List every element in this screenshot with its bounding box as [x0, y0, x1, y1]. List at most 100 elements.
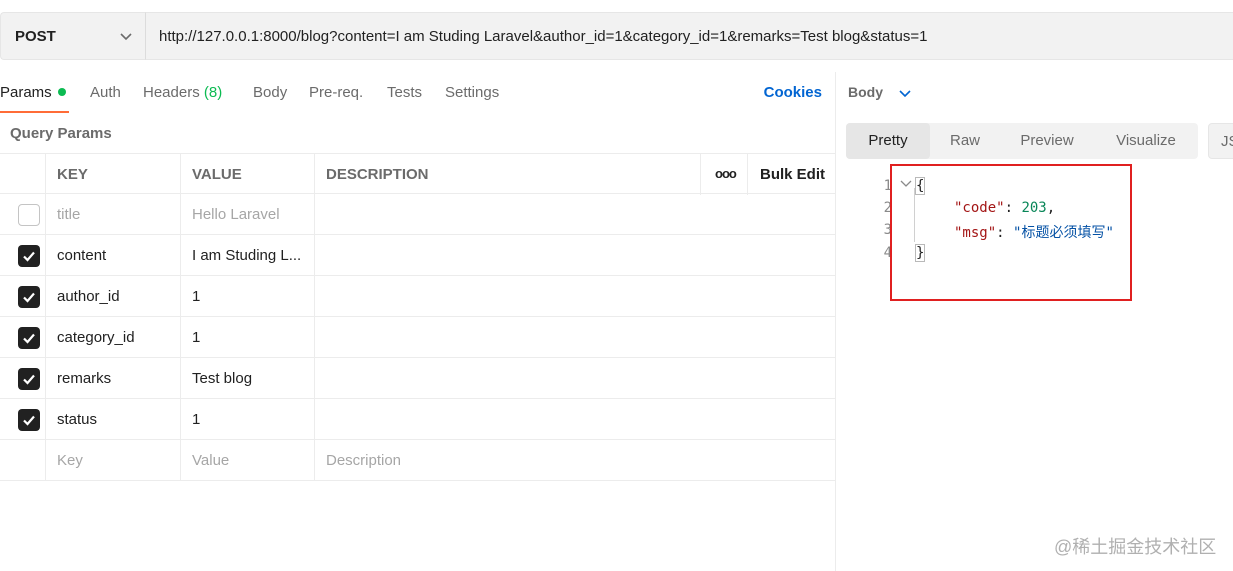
tab-headers-label: Headers: [143, 84, 200, 101]
query-params-title: Query Params: [10, 125, 112, 142]
view-raw[interactable]: Raw: [930, 123, 1000, 159]
watermark: @稀土掘金技术社区: [1054, 537, 1217, 557]
tab-body[interactable]: Body: [253, 84, 287, 101]
header-value-label: VALUE: [192, 166, 242, 183]
key-cell[interactable]: status: [46, 399, 181, 440]
value-cell[interactable]: Hello Laravel: [181, 194, 315, 235]
key-cell[interactable]: author_id: [46, 276, 181, 317]
method-select[interactable]: POST: [0, 12, 145, 60]
description-cell[interactable]: [315, 276, 836, 317]
description-placeholder: Description: [326, 452, 402, 469]
value-cell[interactable]: 1: [181, 276, 315, 317]
checkmark-icon: [23, 251, 35, 262]
cookies-link[interactable]: Cookies: [764, 84, 822, 101]
method-label: POST: [15, 28, 56, 45]
param-checkbox[interactable]: [18, 368, 40, 390]
checkbox-cell: [0, 317, 46, 358]
url-text: http://127.0.0.1:8000/blog?content=I am …: [159, 28, 928, 45]
view-visualize[interactable]: Visualize: [1094, 123, 1198, 159]
description-cell[interactable]: [315, 399, 836, 440]
status-dot-icon: [57, 88, 66, 96]
param-checkbox[interactable]: [18, 327, 40, 349]
table-row: status 1: [0, 399, 836, 440]
header-key: KEY: [46, 154, 181, 195]
param-value: 1: [192, 411, 201, 428]
checkbox-cell: [0, 399, 46, 440]
request-bar: POST http://127.0.0.1:8000/blog?content=…: [0, 0, 1233, 72]
tab-prereq[interactable]: Pre-req.: [309, 84, 363, 101]
chevron-down-icon: [120, 33, 132, 41]
param-key: content: [57, 247, 107, 264]
param-key: status: [57, 411, 98, 428]
view-preview[interactable]: Preview: [1000, 123, 1094, 159]
tab-headers[interactable]: Headers (8): [143, 84, 222, 101]
param-key: title: [57, 206, 81, 223]
checkbox-cell: [0, 358, 46, 399]
format-label: JS: [1221, 133, 1233, 150]
table-header: KEY VALUE DESCRIPTION ooo Bulk Edit: [0, 153, 836, 195]
value-cell[interactable]: I am Studing L...: [181, 235, 315, 276]
key-cell[interactable]: category_id: [46, 317, 181, 358]
value-placeholder: Value: [192, 452, 230, 469]
value-cell[interactable]: Test blog: [181, 358, 315, 399]
new-param-row: Key Value Description: [0, 440, 836, 481]
bulk-edit-button[interactable]: Bulk Edit: [760, 166, 825, 183]
checkmark-icon: [23, 415, 35, 426]
param-checkbox[interactable]: [18, 286, 40, 308]
header-checkbox-cell: [0, 154, 46, 195]
tab-auth[interactable]: Auth: [90, 84, 121, 101]
new-value-input[interactable]: Value: [181, 440, 315, 481]
param-checkbox[interactable]: [18, 245, 40, 267]
param-key: category_id: [57, 329, 135, 346]
response-body-dropdown[interactable]: Body: [848, 84, 883, 100]
param-checkbox[interactable]: [18, 204, 40, 226]
table-row: title Hello Laravel: [0, 194, 836, 235]
new-key-input[interactable]: Key: [46, 440, 181, 481]
description-cell[interactable]: [315, 358, 836, 399]
description-cell[interactable]: [315, 235, 836, 276]
table-row: remarks Test blog: [0, 358, 836, 399]
tab-params-label: Params: [0, 84, 52, 101]
table-row: category_id 1: [0, 317, 836, 358]
value-cell[interactable]: 1: [181, 317, 315, 358]
value-cell[interactable]: 1: [181, 399, 315, 440]
param-key: author_id: [57, 288, 120, 305]
request-tabs: Params Auth Headers (8) Body Pre-req. Te…: [0, 72, 836, 114]
key-cell[interactable]: remarks: [46, 358, 181, 399]
param-checkbox[interactable]: [18, 409, 40, 431]
format-select[interactable]: JS: [1208, 123, 1233, 159]
url-input[interactable]: http://127.0.0.1:8000/blog?content=I am …: [145, 12, 1233, 60]
chevron-down-icon[interactable]: [898, 86, 912, 100]
response-panel: Body Pretty Raw Preview Visualize JS 1 2…: [836, 72, 1233, 571]
param-value: Test blog: [192, 370, 253, 387]
description-cell[interactable]: [315, 194, 836, 235]
checkmark-icon: [23, 374, 35, 385]
checkmark-icon: [23, 333, 35, 344]
active-tab-indicator: [0, 111, 69, 113]
more-icon: ooo: [715, 166, 737, 181]
more-options-button[interactable]: ooo: [700, 154, 748, 195]
tab-settings[interactable]: Settings: [445, 84, 499, 101]
headers-count: (8): [203, 84, 223, 101]
key-cell[interactable]: title: [46, 194, 181, 235]
key-cell[interactable]: content: [46, 235, 181, 276]
checkbox-cell: [0, 440, 46, 481]
param-key: remarks: [57, 370, 112, 387]
view-pretty[interactable]: Pretty: [846, 123, 930, 159]
table-row: content I am Studing L...: [0, 235, 836, 276]
header-description-label: DESCRIPTION: [326, 166, 429, 183]
param-value: 1: [192, 288, 201, 305]
description-cell[interactable]: [315, 317, 836, 358]
header-value: VALUE: [181, 154, 315, 195]
annotation-highlight-box: [890, 164, 1132, 301]
tab-tests[interactable]: Tests: [387, 84, 422, 101]
checkbox-cell: [0, 194, 46, 235]
checkbox-cell: [0, 276, 46, 317]
request-panel: Params Auth Headers (8) Body Pre-req. Te…: [0, 72, 836, 571]
new-description-input[interactable]: Description: [315, 440, 836, 481]
param-value: 1: [192, 329, 201, 346]
response-view-switcher: Pretty Raw Preview Visualize: [846, 123, 1198, 159]
checkbox-cell: [0, 235, 46, 276]
header-key-label: KEY: [57, 166, 88, 183]
tab-params[interactable]: Params: [0, 84, 66, 101]
